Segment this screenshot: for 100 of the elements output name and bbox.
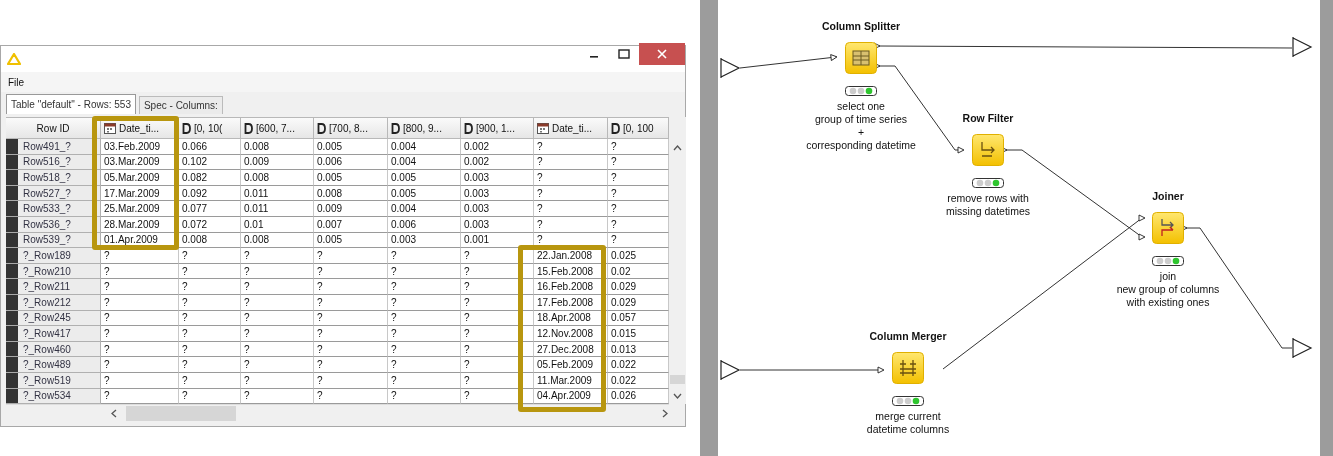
table-cell: ? [388, 248, 461, 264]
table-cell: ? [179, 326, 241, 342]
column-header[interactable]: Row ID [6, 117, 101, 139]
row-id-cell: ?_Row211 [18, 279, 101, 295]
table-cell: ? [461, 279, 534, 295]
table-cell: 0.025 [608, 248, 669, 264]
calendar-icon [104, 122, 116, 134]
double-type-icon [244, 122, 253, 134]
table-cell: ? [241, 326, 314, 342]
table-cell: 0.004 [388, 201, 461, 217]
table-cell: 0.004 [388, 139, 461, 155]
double-type-icon [611, 122, 620, 134]
scroll-up-icon[interactable] [673, 144, 682, 151]
column-header[interactable]: [600, 7... [241, 117, 314, 139]
table-cell: 12.Nov.2008 [534, 326, 608, 342]
row-marker [6, 248, 18, 264]
column-header[interactable]: [800, 9... [388, 117, 461, 139]
row-marker [6, 170, 18, 186]
table-cell: 16.Feb.2008 [534, 279, 608, 295]
minimize-icon [590, 56, 598, 58]
column-header[interactable]: [700, 8... [314, 117, 388, 139]
menu-item[interactable]: File [5, 76, 28, 88]
node-annotation: remove rows with missing datetimes [946, 192, 1030, 218]
column-header[interactable]: [900, 1... [461, 117, 534, 139]
double-type-icon [317, 122, 326, 134]
node-annotation: merge current datetime columns [866, 410, 950, 436]
table-cell: ? [534, 201, 608, 217]
table-cell: ? [314, 326, 388, 342]
scroll-right-icon[interactable] [661, 409, 669, 419]
scroll-down-icon[interactable] [673, 393, 682, 401]
table-cell: 0.003 [461, 201, 534, 217]
row-id-cell: ?_Row189 [18, 248, 101, 264]
row-marker [6, 357, 18, 373]
node-icon[interactable] [892, 352, 924, 384]
table-cell: ? [101, 279, 179, 295]
table-cell: ? [388, 279, 461, 295]
input-port-icon[interactable] [720, 359, 741, 381]
row-id-cell: ?_Row417 [18, 326, 101, 342]
node-title: Column Splitter [821, 19, 901, 34]
table-cell: 0.022 [608, 357, 669, 373]
node-title: Joiner [1152, 189, 1184, 204]
table-cell: ? [388, 357, 461, 373]
row-marker [6, 201, 18, 217]
row-id-cell: Row518_? [18, 170, 101, 186]
table-cell: ? [461, 357, 534, 373]
table-cell: 0.009 [314, 201, 388, 217]
table-cell: 0.002 [461, 139, 534, 155]
table-cell: ? [388, 326, 461, 342]
tab[interactable]: Spec - Columns: [138, 96, 223, 114]
scrollbar-thumb[interactable] [126, 406, 236, 422]
column-header[interactable]: [0, 10( [179, 117, 241, 139]
output-port-icon[interactable] [1292, 36, 1313, 58]
row-marker [6, 279, 18, 295]
node-icon[interactable] [972, 134, 1004, 166]
table-cell: ? [179, 357, 241, 373]
table-cell: 0.082 [179, 170, 241, 186]
table-cell: 0.005 [314, 139, 388, 155]
close-button[interactable] [639, 43, 685, 65]
table-cell: ? [314, 248, 388, 264]
table-cell: ? [314, 279, 388, 295]
calendar-icon [537, 122, 549, 134]
tab[interactable]: Table "default" - Rows: 553 [6, 94, 136, 114]
table-cell: 0.005 [314, 170, 388, 186]
table-cell: 0.008 [241, 170, 314, 186]
table-cell: ? [314, 357, 388, 373]
table-cell: ? [534, 139, 608, 155]
node-annotation: join new group of columns with existing ones [1116, 270, 1220, 309]
table-cell: ? [608, 170, 669, 186]
table-cell: 0.003 [461, 170, 534, 186]
node-title: Row Filter [962, 111, 1014, 126]
scroll-left-icon[interactable] [110, 409, 118, 419]
node-icon[interactable] [1152, 212, 1184, 244]
table-cell: 0.011 [241, 201, 314, 217]
table-cell: ? [461, 248, 534, 264]
scrollbar-thumb[interactable] [670, 375, 685, 385]
warning-icon [7, 53, 21, 65]
node-title: Column Merger [869, 329, 947, 344]
table-cell: 0.005 [388, 170, 461, 186]
table-cell: ? [241, 279, 314, 295]
row-id-cell: ?_Row489 [18, 357, 101, 373]
node-annotation: select one group of time series + corresponding datetime [806, 100, 916, 152]
column-header[interactable]: Date_ti... [534, 117, 608, 139]
table-cell: ? [534, 170, 608, 186]
table-cell: 0.015 [608, 326, 669, 342]
table-cell: ? [608, 201, 669, 217]
table-cell: 0.077 [179, 201, 241, 217]
column-header[interactable]: [0, 100 [608, 117, 669, 139]
table-cell: 0.066 [179, 139, 241, 155]
node-icon[interactable] [845, 42, 877, 74]
table-cell: ? [241, 248, 314, 264]
maximize-icon [618, 49, 630, 59]
double-type-icon [391, 122, 400, 134]
row-marker [6, 326, 18, 342]
output-port-icon[interactable] [1292, 337, 1313, 359]
table-cell: ? [241, 357, 314, 373]
close-icon [657, 49, 667, 59]
row-marker [6, 139, 18, 155]
table-cell: ? [101, 357, 179, 373]
input-port-icon[interactable] [720, 57, 741, 79]
table-cell: ? [608, 139, 669, 155]
